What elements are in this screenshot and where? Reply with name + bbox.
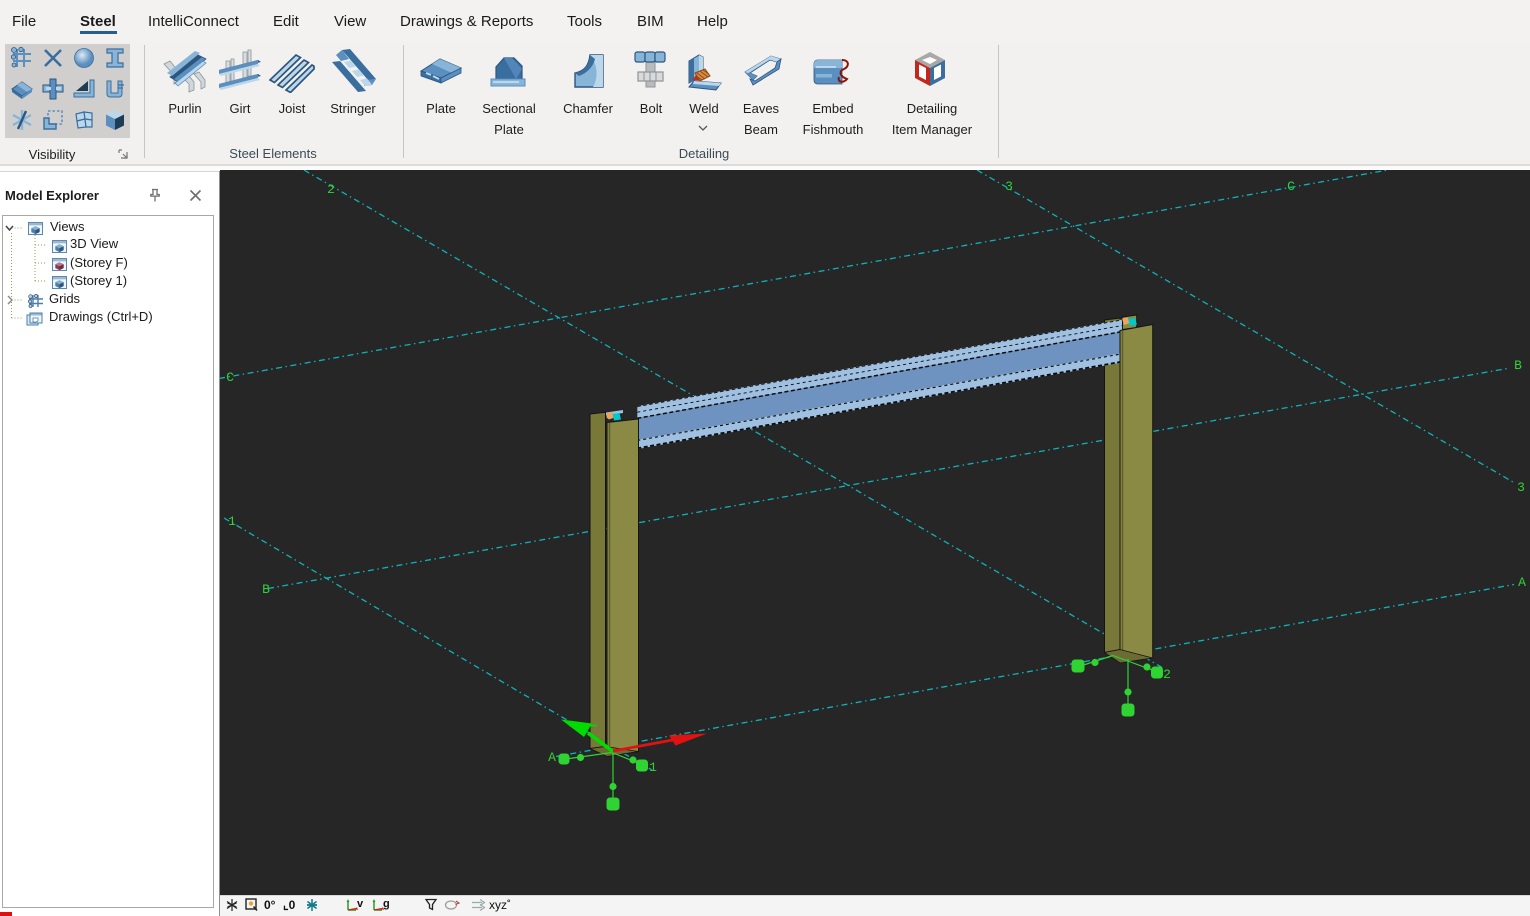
svg-text:A: A	[548, 750, 556, 765]
svg-text:2: 2	[1163, 667, 1171, 682]
svg-text:3: 3	[1005, 179, 1013, 194]
svg-text:1: 1	[228, 514, 236, 529]
svg-text:C: C	[1287, 179, 1295, 194]
svg-text:3: 3	[1517, 480, 1525, 495]
svg-text:B: B	[262, 582, 270, 597]
svg-text:B: B	[1514, 358, 1522, 373]
svg-text:C: C	[226, 370, 234, 385]
svg-text:2: 2	[327, 182, 335, 197]
svg-text:1: 1	[649, 760, 657, 775]
svg-text:A: A	[1518, 575, 1526, 590]
